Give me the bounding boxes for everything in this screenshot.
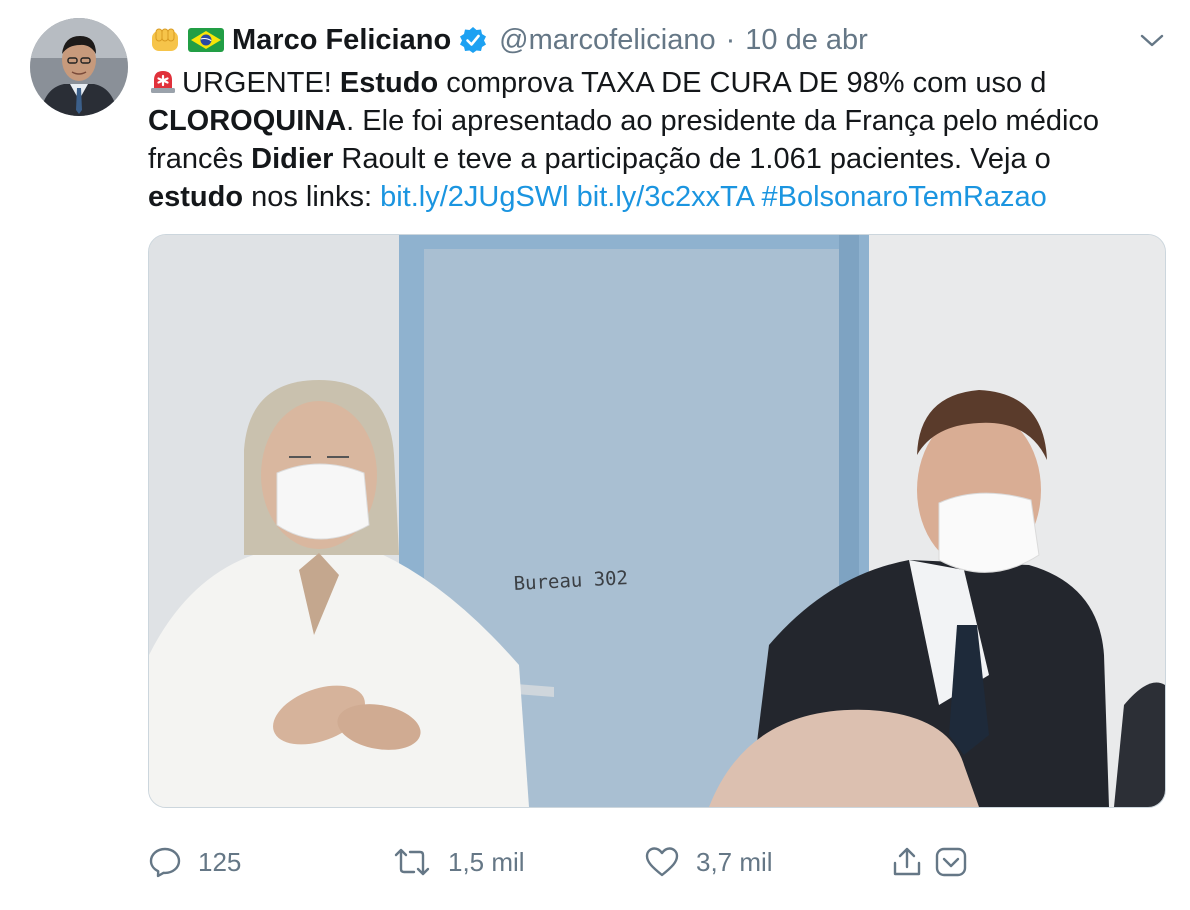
brazil-flag-icon [188, 28, 224, 52]
author-name[interactable]: Marco Feliciano [232, 24, 451, 57]
caret-down-icon[interactable] [934, 838, 984, 886]
share-icon [893, 847, 921, 876]
retweet-count: 1,5 mil [448, 846, 525, 877]
hashtag-link[interactable]: #BolsonaroTemRazao [761, 181, 1046, 213]
tweet-text-line: CLOROQUINA. Ele foi apresentado ao presi… [148, 102, 1158, 140]
reply-button[interactable]: 125 [148, 838, 241, 886]
share-button[interactable] [890, 838, 940, 886]
url-link[interactable]: bit.ly/3c2xxTA [577, 181, 754, 213]
tweet-text-segment [569, 181, 577, 213]
tweet-media-image[interactable]: Bureau 302 [148, 234, 1166, 808]
url-link[interactable]: bit.ly/2JUgSWl [380, 181, 569, 213]
verified-badge-icon [459, 26, 487, 54]
reply-icon [149, 847, 181, 878]
tweet-text-segment: francês [148, 143, 252, 175]
fist-emoji-icon [150, 27, 180, 53]
tweet-text-line: francês Didier Raoult e teve a participa… [148, 140, 1158, 178]
header-separator: · [725, 23, 736, 56]
tweet-text-segment: Raoult e teve a participação de 1.061 pa… [333, 143, 1051, 175]
chevron-down-icon[interactable] [1138, 28, 1166, 52]
tweet-text: URGENTE! Estudo comprova TAXA DE CURA DE… [148, 64, 1158, 216]
tweet-header: Marco Feliciano @marcofeliciano · 10 de … [150, 20, 868, 60]
tweet-text-segment: URGENTE! [182, 67, 340, 99]
tweet-text-segment: Estudo [339, 67, 439, 99]
tweet-text-line: estudo nos links: bit.ly/2JUgSWl bit.ly/… [148, 178, 1158, 216]
siren-emoji-icon [151, 71, 175, 93]
tweet-text-segment: nos links: [243, 181, 381, 213]
tweet: Marco Feliciano @marcofeliciano · 10 de … [0, 0, 1190, 910]
tweet-date[interactable]: 10 de abr [745, 24, 868, 57]
like-icon [645, 847, 679, 877]
tweet-text-segment: Didier [251, 143, 334, 175]
author-handle[interactable]: @marcofeliciano [499, 24, 715, 57]
tweet-text-line: URGENTE! Estudo comprova TAXA DE CURA DE… [148, 64, 1158, 102]
like-button[interactable]: 3,7 mil [644, 838, 773, 886]
tweet-actions: 125 1,5 mil 3,7 mil [148, 838, 1168, 886]
reply-count: 125 [198, 846, 242, 877]
tweet-text-segment: CLOROQUINA [148, 105, 347, 137]
author-avatar[interactable] [30, 18, 128, 116]
retweet-button[interactable]: 1,5 mil [392, 838, 525, 886]
tweet-text-segment: estudo [148, 181, 244, 213]
tweet-text-segment: . Ele foi apresentado ao presidente da F… [346, 105, 1100, 137]
tweet-text-segment: comprova TAXA DE CURA DE 98% com uso d [438, 67, 1047, 99]
like-count: 3,7 mil [696, 846, 773, 877]
retweet-icon [394, 848, 430, 876]
